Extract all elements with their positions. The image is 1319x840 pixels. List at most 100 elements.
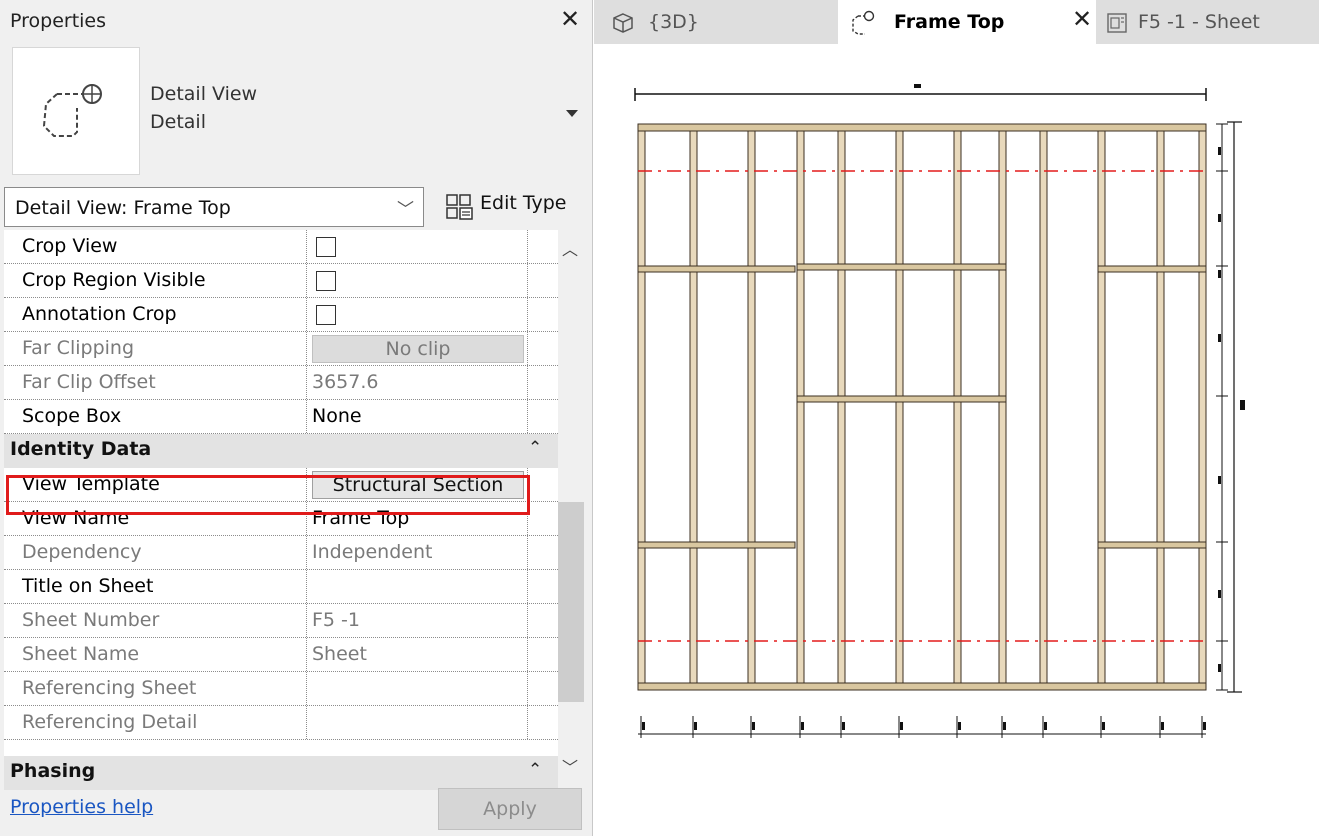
scope-box-value[interactable]: None: [308, 400, 528, 433]
row-referencing-detail: Referencing Detail: [4, 706, 558, 740]
tab-frame-top[interactable]: Frame Top ✕: [838, 0, 1096, 44]
sheet-number-value: F5 -1: [308, 604, 528, 637]
stud: [796, 130, 805, 684]
far-clipping-button: No clip: [312, 335, 524, 363]
type-type-label: Detail: [150, 111, 206, 133]
blocking: [1097, 541, 1207, 549]
tab-label: Frame Top: [894, 11, 1005, 33]
stud: [637, 130, 646, 684]
row-crop-view: Crop View: [4, 230, 558, 264]
property-name: View Name: [4, 502, 307, 535]
edit-type-button[interactable]: Edit Type: [436, 188, 586, 226]
property-name: Referencing Detail: [4, 706, 307, 739]
row-view-template: View Template Structural Section: [4, 468, 558, 502]
dimension-text-mark: [801, 722, 804, 730]
edit-type-icon: [446, 194, 473, 220]
type-name[interactable]: Detail View Detail: [150, 80, 257, 136]
dimension-text-mark: [1218, 270, 1221, 278]
sheet-name-value: Sheet: [308, 638, 528, 671]
property-name: Far Clipping: [4, 332, 307, 365]
scroll-down-icon[interactable]: ﹀: [562, 754, 578, 778]
blocking: [1097, 265, 1207, 273]
tab-sheet[interactable]: F5 -1 - Sheet: [1096, 0, 1319, 44]
tab-3d[interactable]: {3D}: [594, 0, 838, 44]
scroll-thumb[interactable]: [558, 502, 584, 702]
crop-region-visible-checkbox[interactable]: [316, 271, 336, 291]
dimension-text-mark: [1203, 722, 1206, 730]
detail-view-icon: [852, 10, 875, 35]
chevron-down-icon: ﹀: [397, 200, 414, 220]
stud: [1097, 130, 1106, 684]
row-annotation-crop: Annotation Crop: [4, 298, 558, 332]
dimension-text-mark: [1218, 476, 1221, 484]
property-value: [308, 230, 528, 263]
blocking: [796, 395, 1007, 403]
dimension-text-mark: [958, 722, 961, 730]
stud: [998, 130, 1007, 684]
property-name: Crop View: [4, 230, 307, 263]
property-name: Dependency: [4, 536, 307, 569]
row-referencing-sheet: Referencing Sheet: [4, 672, 558, 706]
type-dropdown-arrow-icon[interactable]: [566, 110, 578, 117]
stud: [689, 130, 698, 684]
dimension-text-mark: [1218, 664, 1221, 672]
dimension-text-mark: [1102, 722, 1105, 730]
property-name: Sheet Number: [4, 604, 307, 637]
group-identity-data[interactable]: Identity Data ⌃: [4, 434, 558, 468]
title-on-sheet-value[interactable]: [308, 570, 528, 603]
row-dependency: Dependency Independent: [4, 536, 558, 570]
type-family-label: Detail View: [150, 83, 258, 105]
property-name: View Template: [4, 468, 307, 501]
apply-button[interactable]: Apply: [438, 788, 582, 830]
row-sheet-number: Sheet Number F5 -1: [4, 604, 558, 638]
stud: [953, 130, 962, 684]
dimension-text-mark: [1218, 334, 1221, 342]
close-tab-icon[interactable]: ✕: [1072, 5, 1092, 33]
row-scope-box: Scope Box None: [4, 400, 558, 434]
instance-selector-label: Detail View: Frame Top: [15, 197, 231, 219]
dimension-text-mark: [694, 722, 697, 730]
group-label: Phasing: [10, 760, 96, 782]
property-value: [308, 298, 528, 331]
view-template-button[interactable]: Structural Section: [312, 471, 524, 499]
property-value: No clip: [308, 332, 528, 365]
row-sheet-name: Sheet Name Sheet: [4, 638, 558, 672]
cube-icon: [613, 13, 633, 33]
view-tabs: {3D} Frame Top ✕ F5 -1 - Sheet: [594, 0, 1319, 44]
crop-view-checkbox[interactable]: [316, 237, 336, 257]
collapse-icon[interactable]: ⌃: [528, 760, 542, 780]
stud: [1198, 130, 1207, 684]
drawing-canvas[interactable]: [594, 44, 1319, 836]
properties-title: Properties: [10, 10, 107, 32]
edit-type-label: Edit Type: [480, 192, 567, 214]
collapse-icon[interactable]: ⌃: [528, 438, 542, 458]
stud: [1156, 130, 1165, 684]
dimension-text-mark: [752, 722, 755, 730]
group-label: Identity Data: [10, 438, 152, 460]
property-name: Referencing Sheet: [4, 672, 307, 705]
row-far-clipping: Far Clipping No clip: [4, 332, 558, 366]
properties-grid[interactable]: Crop View Crop Region Visible Annotation…: [4, 230, 558, 790]
property-value: [308, 264, 528, 297]
blocking: [637, 541, 796, 549]
property-name: Annotation Crop: [4, 298, 307, 331]
top-plate: [637, 123, 1207, 132]
properties-scrollbar[interactable]: ︿ ﹀: [558, 230, 584, 790]
dimension-text-mark: [1218, 590, 1221, 598]
stud: [747, 130, 756, 684]
row-view-name: View Name Frame Top: [4, 502, 558, 536]
referencing-detail-value: [308, 706, 528, 739]
dimension-text-mark: [914, 84, 921, 88]
scroll-up-icon[interactable]: ︿: [562, 236, 578, 260]
type-selector-thumbnail[interactable]: [12, 47, 140, 175]
properties-help-link[interactable]: Properties help: [10, 796, 153, 818]
dimension-text-mark: [1161, 722, 1164, 730]
properties-close-button[interactable]: ✕: [560, 5, 580, 33]
annotation-crop-checkbox[interactable]: [316, 305, 336, 325]
group-phasing[interactable]: Phasing ⌃: [4, 756, 558, 790]
view-name-value[interactable]: Frame Top: [308, 502, 528, 535]
dimension-text-mark: [1218, 147, 1221, 155]
dimension-text-mark: [1218, 214, 1221, 222]
property-value: Structural Section: [308, 468, 528, 501]
instance-selector[interactable]: Detail View: Frame Top ﹀: [4, 187, 424, 227]
